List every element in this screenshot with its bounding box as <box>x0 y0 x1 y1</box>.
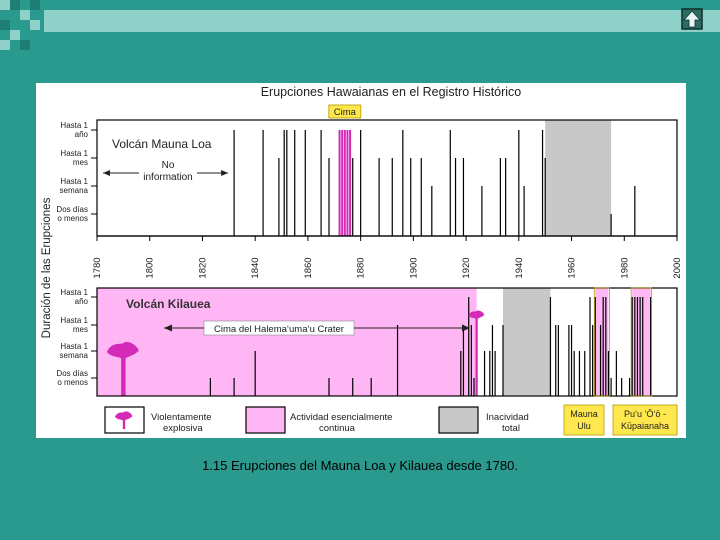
legend-label-inactive-1: Inacividad <box>486 412 529 423</box>
panel-title-mauna-loa: Volcán Mauna Loa <box>112 137 212 151</box>
decor-square <box>0 0 10 10</box>
decor-square <box>10 30 20 40</box>
y-level-label: Hasta 1 mes <box>60 149 88 167</box>
decor-square <box>20 10 30 20</box>
chart-title: Erupciones Hawaianas en el Registro Hist… <box>261 85 522 99</box>
y-level-label: Dos días o menos <box>56 205 88 223</box>
legend-mauna-ulu-1: Mauna <box>570 409 598 419</box>
annotation-halemaumau: Cima del Halema‘uma‘u Crater <box>214 324 344 335</box>
title-bar-strip <box>44 10 720 32</box>
home-arrow-icon[interactable] <box>681 8 703 30</box>
arrow-head-left <box>103 170 110 176</box>
decor-square <box>30 20 40 30</box>
y-level-label: Dos días o menos <box>56 369 88 387</box>
annotation-no: No <box>162 160 175 171</box>
decor-square <box>0 20 10 30</box>
x-tick-label: 2000 <box>672 257 683 278</box>
arrow-head-right <box>221 170 229 176</box>
y-level-label: Hasta 1 mes <box>60 316 88 334</box>
legend-label-explosive-2: explosiva <box>163 423 203 434</box>
legend-swatch-continuous <box>245 406 286 434</box>
eruption-chart: Erupciones Hawaianas en el Registro Hist… <box>36 83 686 438</box>
figure-caption: 1.15 Erupciones del Mauna Loa y Kilauea … <box>202 458 518 473</box>
x-tick-label: 1960 <box>567 257 578 278</box>
x-tick-label: 1780 <box>92 257 103 278</box>
annotation-information: information <box>143 172 192 183</box>
x-tick-label: 1940 <box>514 257 525 278</box>
legend-label-continuous-1: Actividad esencialmente <box>290 412 392 423</box>
x-tick-label: 1900 <box>408 257 419 278</box>
legend-puu-oo-2: Kūpaianaha <box>621 421 669 431</box>
decor-square <box>0 40 10 50</box>
x-tick-label: 1980 <box>619 257 630 278</box>
legend-label-explosive-1: Violentamente <box>151 412 212 423</box>
title-bar-decoration <box>0 0 720 50</box>
x-tick-label: 1860 <box>303 257 314 278</box>
y-level-label: Hasta 1 año <box>60 121 88 139</box>
y-axis-label: Duración de las Erupciones <box>41 197 53 338</box>
kilauea-shaded-continuous <box>595 288 609 396</box>
panel-title-kilauea: Volcán Kilauea <box>126 297 211 311</box>
x-tick-label: 1920 <box>461 257 472 278</box>
legend-mauna-ulu-2: Ulu <box>577 421 591 431</box>
legend-swatch-inactive <box>438 406 479 434</box>
y-level-label: Hasta 1 semana <box>60 342 89 360</box>
y-level-label: Hasta 1 semana <box>60 177 89 195</box>
x-tick-label: 1800 <box>145 257 156 278</box>
legend-label-inactive-2: total <box>502 423 520 434</box>
cima-label: Cima <box>334 107 357 118</box>
x-tick-label: 1840 <box>250 257 261 278</box>
decor-square <box>10 0 20 10</box>
legend-puu-oo-1: Pu‘u ‘Ō‘ō - <box>624 409 666 419</box>
x-tick-label: 1820 <box>197 257 208 278</box>
x-tick-label: 1880 <box>356 257 367 278</box>
mauna-loa-shaded-inactive <box>545 120 612 236</box>
legend-label-continuous-2: continua <box>319 423 356 434</box>
kilauea-shaded-inactive <box>503 288 551 396</box>
y-level-label: Hasta 1 año <box>60 288 88 306</box>
decor-square <box>20 40 30 50</box>
decor-square <box>30 0 40 10</box>
